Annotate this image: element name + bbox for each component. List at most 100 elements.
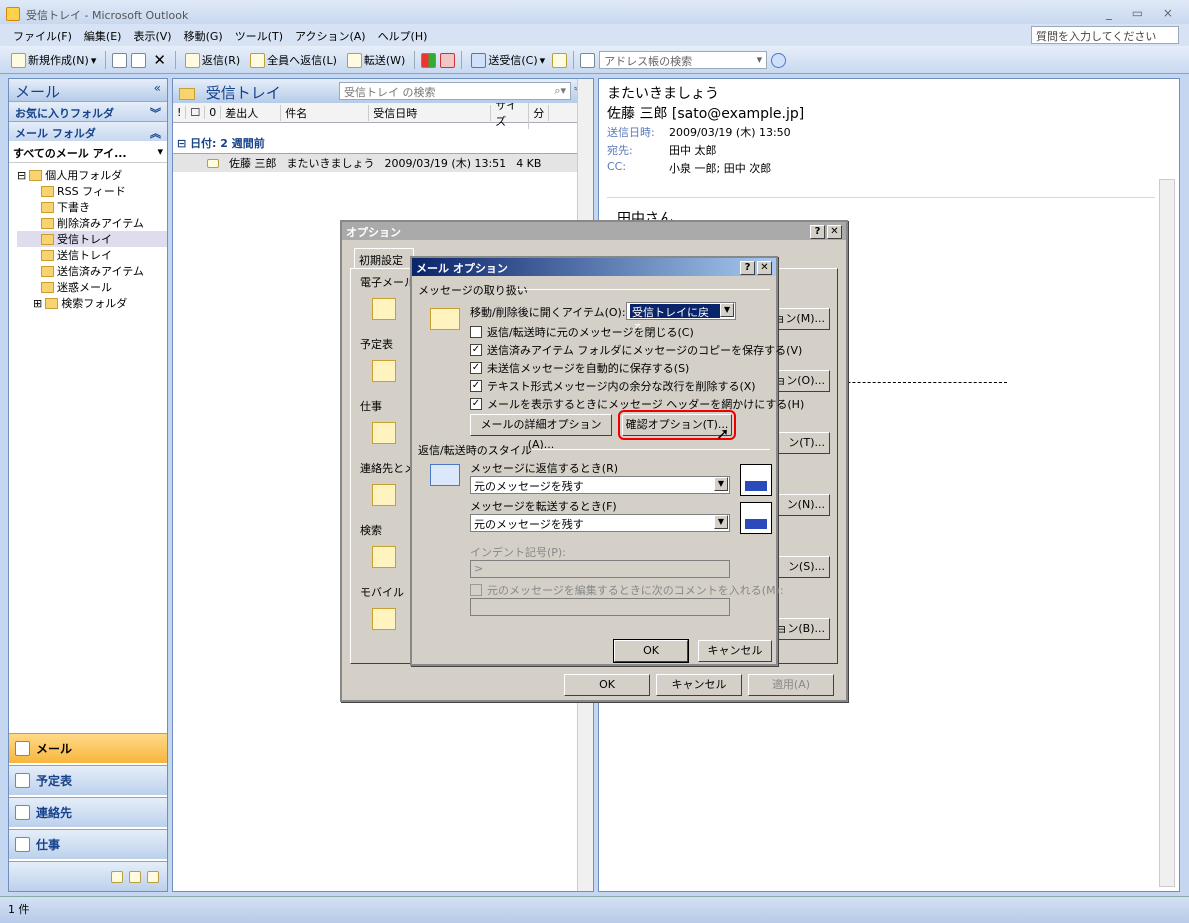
send-receive-button[interactable]: 送受信(C) ▾ bbox=[468, 51, 548, 69]
print-icon[interactable] bbox=[112, 52, 128, 68]
folder-item[interactable]: 迷惑メール bbox=[17, 279, 167, 295]
mail-options-ok-button[interactable]: OK bbox=[613, 639, 689, 663]
folder-item[interactable]: ⊟ 個人用フォルダ bbox=[17, 167, 167, 183]
address-book-icon[interactable] bbox=[580, 52, 596, 68]
forward-style-select[interactable]: 元のメッセージを残す ▼ bbox=[470, 514, 730, 532]
menu-item[interactable]: アクション(A) bbox=[290, 27, 371, 45]
nav-button[interactable]: 仕事 bbox=[9, 829, 167, 859]
new-button[interactable]: 新規作成(N) ▾ bbox=[8, 51, 99, 69]
delete-button[interactable]: ✕ bbox=[150, 50, 169, 70]
flag-column[interactable]: 分 bbox=[529, 104, 550, 121]
received-column[interactable]: 受信日時 bbox=[369, 104, 492, 121]
menu-item[interactable]: ファイル(F) bbox=[8, 27, 77, 45]
from-column[interactable]: 差出人 bbox=[221, 104, 282, 121]
reading-scrollbar[interactable] bbox=[1159, 179, 1175, 887]
icon-column[interactable]: ☐ bbox=[186, 106, 206, 119]
menu-item[interactable]: 移動(G) bbox=[179, 27, 228, 45]
folder-item[interactable]: ⊞ 検索フォルダ bbox=[17, 295, 167, 311]
reply-all-button[interactable]: 全員へ返信(L) bbox=[247, 51, 340, 69]
menu-item[interactable]: 編集(E) bbox=[79, 27, 127, 45]
option-checkbox-label: 未送信メッセージを自動的に保存する(S) bbox=[487, 362, 690, 375]
nav-shortcuts-bar[interactable] bbox=[9, 861, 167, 891]
inbox-search-input[interactable]: 受信トレイ の検索 ⌕▾ bbox=[339, 82, 571, 100]
close-icon[interactable]: ✕ bbox=[827, 225, 842, 239]
options-section-label: 検索 bbox=[360, 524, 382, 537]
option-checkbox[interactable]: ✓ bbox=[470, 344, 482, 356]
contacts-icon bbox=[15, 805, 30, 820]
options-ok-button[interactable]: OK bbox=[564, 674, 650, 696]
option-checkbox-row[interactable]: 返信/転送時に元のメッセージを閉じる(C) bbox=[470, 324, 694, 340]
attachment-column[interactable]: 0 bbox=[205, 106, 222, 119]
collapse-icon[interactable]: « bbox=[154, 81, 161, 99]
reply-button[interactable]: 返信(R) bbox=[182, 51, 243, 69]
indent-input[interactable]: > bbox=[470, 560, 730, 578]
option-checkbox-row[interactable]: ✓ 未送信メッセージを自動的に保存する(S) bbox=[470, 360, 689, 376]
shortcuts-icon[interactable] bbox=[147, 870, 159, 883]
reply-style-group-label: 返信/転送時のスタイル bbox=[418, 444, 532, 457]
message-row[interactable]: 佐藤 三郎 またいきましょう 2009/03/19 (木) 13:51 4 KB bbox=[173, 154, 593, 172]
option-checkbox-row[interactable]: ✓ テキスト形式メッセージ内の余分な改行を削除する(X) bbox=[470, 378, 756, 394]
expand-icon[interactable]: ⊞ bbox=[33, 297, 42, 310]
help-icon[interactable]: ? bbox=[740, 261, 755, 275]
option-checkbox[interactable]: ✓ bbox=[470, 380, 482, 392]
mail-folders-section[interactable]: メール フォルダ ︽ bbox=[9, 121, 167, 141]
calendar-icon bbox=[15, 773, 30, 788]
notes-icon[interactable] bbox=[111, 870, 123, 883]
option-checkbox[interactable]: ✓ bbox=[470, 362, 482, 374]
folder-item[interactable]: 送信トレイ bbox=[17, 247, 167, 263]
help-icon[interactable]: ? bbox=[810, 225, 825, 239]
folder-list-icon[interactable] bbox=[129, 870, 141, 883]
search-icon[interactable]: ⌕▾ bbox=[554, 84, 566, 98]
categorize-icon[interactable] bbox=[421, 52, 437, 68]
nav-button[interactable]: 連絡先 bbox=[9, 797, 167, 827]
option-checkbox-row[interactable]: ✓ メールを表示するときにメッセージ ヘッダーを網かけにする(H) bbox=[470, 396, 804, 412]
option-checkbox-row[interactable]: ✓ 送信済みアイテム フォルダにメッセージのコピーを保存する(V) bbox=[470, 342, 802, 358]
nav-button[interactable]: メール bbox=[9, 733, 167, 763]
sent-value: 2009/03/19 (木) 13:50 bbox=[669, 126, 791, 139]
standard-toolbar: 新規作成(N) ▾ ✕ 返信(R) 全員へ返信(L) 転送(W) 送受信(C) … bbox=[0, 46, 1189, 74]
date-group-header[interactable]: ⊟ 日付: 2 週間前 bbox=[173, 123, 593, 154]
address-book-search[interactable]: アドレス帳の検索 ▾ bbox=[599, 51, 768, 69]
option-checkbox[interactable] bbox=[470, 326, 482, 338]
comment-checkbox-row[interactable]: 元のメッセージを編集するときに次のコメントを入れる(M): bbox=[470, 582, 784, 598]
move-to-folder-icon[interactable] bbox=[131, 52, 147, 68]
reply-style-select[interactable]: 元のメッセージを残す ▼ bbox=[470, 476, 730, 494]
folder-item[interactable]: 下書き bbox=[17, 199, 167, 215]
option-checkbox-label: テキスト形式メッセージ内の余分な改行を削除する(X) bbox=[487, 380, 756, 393]
menu-item[interactable]: ヘルプ(H) bbox=[373, 27, 433, 45]
help-icon[interactable] bbox=[771, 52, 787, 68]
collapse-icon[interactable]: ⊟ bbox=[17, 169, 26, 182]
importance-column[interactable]: ! bbox=[173, 106, 187, 119]
collapse-group-icon[interactable]: ⊟ bbox=[177, 137, 186, 150]
folder-item[interactable]: 削除済みアイテム bbox=[17, 215, 167, 231]
options-cancel-button[interactable]: キャンセル bbox=[656, 674, 742, 696]
folder-label: 迷惑メール bbox=[57, 281, 112, 294]
to-value: 田中 太郎 bbox=[669, 144, 717, 157]
advanced-options-button[interactable]: メールの詳細オプション(A)... bbox=[470, 414, 612, 451]
after-move-select[interactable]: 受信トレイに戻る ▼ bbox=[626, 302, 736, 335]
window-title: 受信トレイ - Microsoft Outlook bbox=[26, 9, 189, 22]
option-checkbox[interactable]: ✓ bbox=[470, 398, 482, 410]
option-checkbox-label: 送信済みアイテム フォルダにメッセージのコピーを保存する(V) bbox=[487, 344, 803, 357]
options-apply-button[interactable]: 適用(A) bbox=[748, 674, 834, 696]
menu-item[interactable]: 表示(V) bbox=[128, 27, 176, 45]
folder-item[interactable]: RSS フィード bbox=[17, 183, 167, 199]
comment-input[interactable] bbox=[470, 598, 730, 616]
all-mail-items-dropdown[interactable]: すべてのメール アイ... ▾ bbox=[9, 141, 167, 163]
nav-button[interactable]: 予定表 bbox=[9, 765, 167, 795]
subject-column[interactable]: 件名 bbox=[281, 104, 370, 121]
follow-up-flag-icon[interactable] bbox=[440, 52, 456, 68]
help-search-input[interactable]: 質問を入力してください bbox=[1031, 26, 1179, 44]
tab-preferences[interactable]: 初期設定 bbox=[354, 248, 414, 268]
folder-item[interactable]: 受信トレイ bbox=[17, 231, 167, 247]
mail-options-cancel-button[interactable]: キャンセル bbox=[698, 640, 772, 662]
close-icon[interactable]: ✕ bbox=[757, 261, 772, 275]
find-icon[interactable] bbox=[552, 52, 568, 68]
folder-item[interactable]: 送信済みアイテム bbox=[17, 263, 167, 279]
nav-button-label: 仕事 bbox=[36, 838, 61, 852]
menu-item[interactable]: ツール(T) bbox=[230, 27, 288, 45]
window-controls[interactable]: _ ▭ × bbox=[1106, 6, 1181, 20]
comment-checkbox[interactable] bbox=[470, 584, 482, 596]
forward-button[interactable]: 転送(W) bbox=[344, 51, 408, 69]
favorites-section[interactable]: お気に入りフォルダ ︾ bbox=[9, 101, 167, 121]
